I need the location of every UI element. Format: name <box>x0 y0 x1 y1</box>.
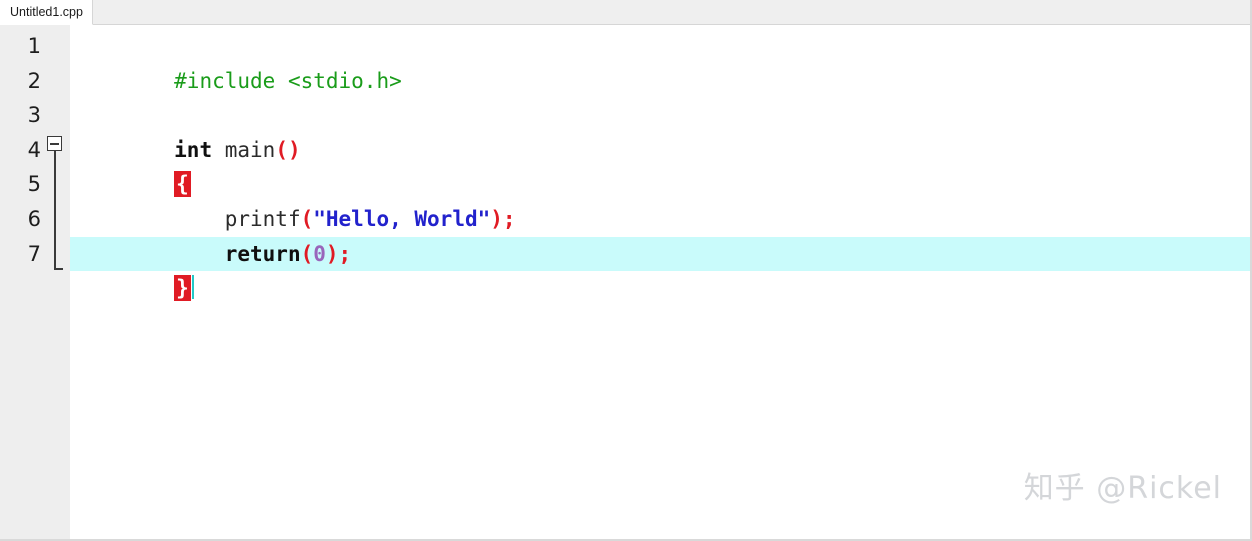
code-editor-window: Untitled1.cpp 1 2 3 4 5 6 7 #include <st… <box>0 0 1252 541</box>
code-line-1-content: #include <stdio.h> <box>171 69 402 93</box>
code-line-2-content <box>171 103 174 127</box>
token-paren-open: ( <box>300 206 314 231</box>
token-keyword-int: int <box>174 137 213 162</box>
code-line-1[interactable]: #include <stdio.h> <box>70 29 1250 93</box>
line-number-column: 1 2 3 4 5 6 7 <box>0 25 44 271</box>
token-number-zero: 0 <box>313 241 326 266</box>
code-line-5[interactable]: printf("Hello, World"); <box>70 167 1250 231</box>
token-brace-close-matched: } <box>174 275 191 302</box>
line-number: 7 <box>27 241 41 266</box>
watermark: 知乎 @Rickel <box>1023 471 1222 506</box>
line-number: 4 <box>27 137 41 162</box>
line-number: 1 <box>27 34 41 58</box>
code-line-6-content: return(0); <box>171 242 351 266</box>
code-line-5-content: printf("Hello, World"); <box>171 206 516 231</box>
token-parens: () <box>275 137 301 162</box>
token-keyword-return: return <box>224 241 301 266</box>
token-brace-open-matched: { <box>174 171 191 198</box>
text-caret <box>191 275 194 300</box>
code-line-7-content: } <box>171 275 194 302</box>
fold-range-end <box>53 268 63 270</box>
token-paren-close-semicolon: ); <box>490 206 516 231</box>
editor-tab-untitled1-cpp[interactable]: Untitled1.cpp <box>0 0 93 25</box>
editor-tab-label: Untitled1.cpp <box>10 5 83 19</box>
token-paren-open: ( <box>300 241 314 266</box>
fold-minus-icon[interactable] <box>47 136 62 151</box>
code-editor-area[interactable]: 1 2 3 4 5 6 7 #include <stdio.h> int mai… <box>0 25 1250 539</box>
token-function-printf: printf <box>224 206 301 231</box>
editor-gutter: 1 2 3 4 5 6 7 <box>0 25 70 539</box>
code-line-4-content: { <box>171 171 191 198</box>
line-number: 6 <box>27 206 41 231</box>
token-paren-close-semicolon: ); <box>325 241 352 266</box>
line-number: 2 <box>27 68 41 93</box>
token-function-main: main <box>224 137 276 162</box>
code-line-3-content: int main() <box>171 138 300 162</box>
code-text-surface[interactable]: #include <stdio.h> int main() { printf("… <box>70 25 1250 539</box>
line-number: 3 <box>27 103 41 128</box>
editor-tab-bar: Untitled1.cpp <box>0 0 1250 25</box>
code-folding-column <box>44 25 70 539</box>
token-preprocessor: #include <stdio.h> <box>174 68 402 93</box>
code-line-3[interactable]: int main() <box>70 98 1250 162</box>
fold-range-line <box>53 151 56 270</box>
line-number: 5 <box>27 172 41 197</box>
token-string-hello-world: "Hello, World" <box>313 206 491 231</box>
